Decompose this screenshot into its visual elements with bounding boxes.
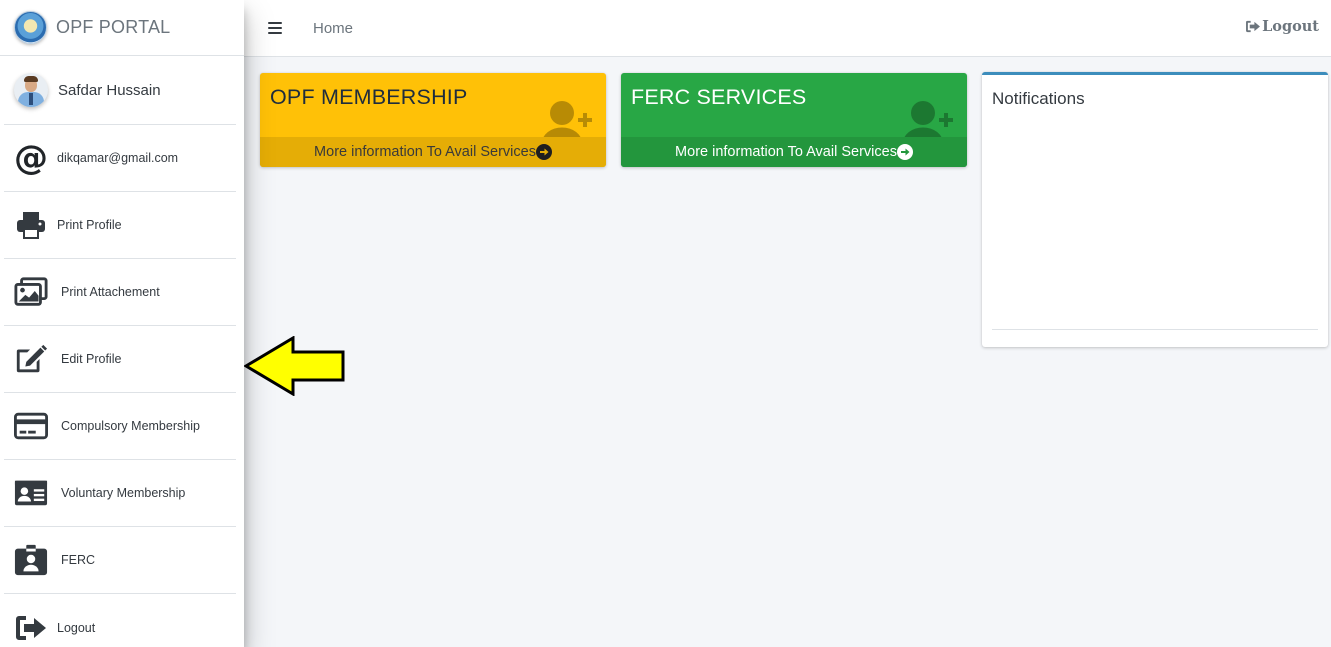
id-badge-icon [14, 543, 48, 577]
sidebar-item-label: Edit Profile [61, 352, 122, 366]
logout-label: Logout [1262, 18, 1319, 35]
edit-icon [14, 342, 48, 376]
brand[interactable]: OPF PORTAL [0, 0, 244, 56]
sidebar-item-compulsory-membership[interactable]: Compulsory Membership [4, 393, 236, 460]
home-link[interactable]: Home [313, 20, 353, 37]
print-icon [14, 208, 48, 242]
divider [992, 329, 1318, 330]
user-name: Safdar Hussain [58, 81, 161, 99]
id-card-icon [14, 476, 48, 510]
sidebar-item-label: Voluntary Membership [61, 486, 186, 500]
sidebar-item-ferc[interactable]: FERC [4, 527, 236, 594]
sidebar: OPF PORTAL Safdar Hussain @ dikqamar@gma… [0, 0, 244, 647]
credit-card-icon [14, 409, 48, 443]
more-info-link[interactable]: More information To Avail Services [621, 137, 967, 167]
arrow-circle-right-icon [535, 144, 552, 160]
ferc-services-box: FERC SERVICES More information To Avail … [621, 73, 967, 167]
top-navbar: Home Logout [244, 0, 1331, 57]
left-arrow-annotation [243, 335, 346, 401]
sidebar-item-print-profile[interactable]: Print Profile [4, 192, 236, 259]
at-icon: @ [14, 138, 48, 178]
sidebar-item-email[interactable]: @ dikqamar@gmail.com [4, 125, 236, 192]
sidebar-item-voluntary-membership[interactable]: Voluntary Membership [4, 460, 236, 527]
more-info-link[interactable]: More information To Avail Services [260, 137, 606, 167]
sidebar-item-label: Logout [57, 620, 96, 635]
hamburger-menu-icon[interactable] [268, 22, 282, 34]
sidebar-item-edit-profile[interactable]: Edit Profile [4, 326, 236, 393]
sidebar-item-label: Print Profile [57, 218, 122, 232]
user-panel[interactable]: Safdar Hussain [4, 56, 236, 125]
opf-membership-box: OPF MEMBERSHIP More information To Avail… [260, 73, 606, 167]
notifications-card: Notifications [982, 72, 1328, 347]
more-info-label: More information To Avail Services [675, 144, 897, 160]
sidebar-item-logout[interactable]: Logout [4, 594, 236, 647]
sign-out-icon [14, 611, 48, 645]
arrow-circle-right-icon [896, 144, 913, 160]
sidebar-item-label: Print Attachement [61, 285, 160, 299]
more-info-label: More information To Avail Services [314, 144, 536, 160]
brand-title: OPF PORTAL [56, 17, 171, 37]
sidebar-item-label: dikqamar@gmail.com [57, 151, 179, 165]
logout-link[interactable]: Logout [1245, 18, 1319, 35]
sidebar-item-label: Compulsory Membership [61, 419, 200, 433]
sign-out-icon [1246, 20, 1261, 33]
brand-logo [14, 11, 47, 44]
sidebar-item-label: FERC [61, 553, 96, 567]
notifications-title: Notifications [992, 89, 1085, 108]
images-icon [14, 275, 48, 309]
sidebar-item-print-attachment[interactable]: Print Attachement [4, 259, 236, 326]
avatar [14, 73, 48, 107]
